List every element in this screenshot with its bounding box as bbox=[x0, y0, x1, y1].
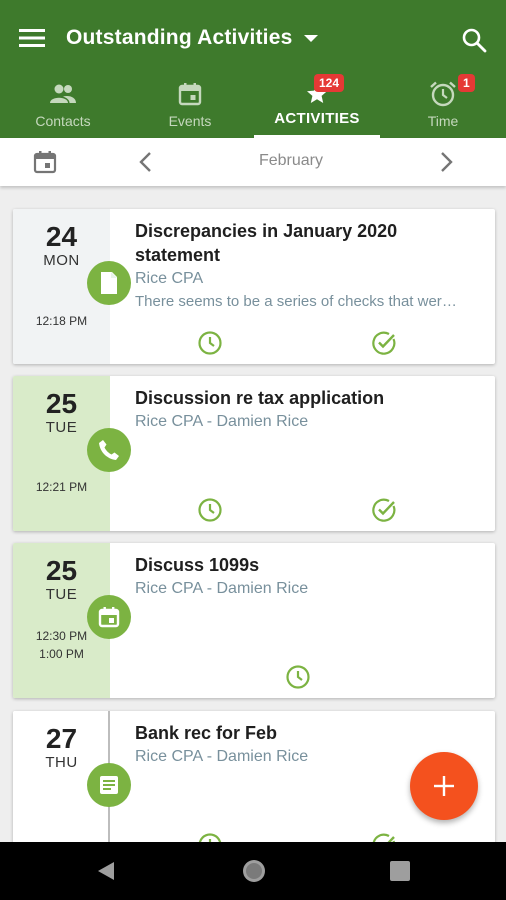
activities-count-badge: 124 bbox=[314, 74, 345, 92]
caret-down-icon[interactable] bbox=[302, 30, 320, 48]
month-label: February bbox=[258, 152, 324, 169]
phone-icon bbox=[87, 428, 131, 472]
day-number: 27 bbox=[45, 723, 78, 754]
system-navigation-bar bbox=[0, 842, 506, 900]
check-circle-icon[interactable] bbox=[371, 330, 397, 356]
document-icon bbox=[87, 261, 131, 305]
tab-label: Contacts bbox=[35, 113, 91, 129]
activity-card[interactable]: 25 TUE 12:30 PM 1:00 PM Discuss 1099s Ri… bbox=[13, 543, 495, 698]
menu-button[interactable] bbox=[12, 22, 52, 54]
calendar-event-icon bbox=[87, 595, 131, 639]
calendar-icon bbox=[175, 80, 205, 108]
tab-activities[interactable]: 124 ACTIVITIES bbox=[254, 74, 380, 138]
alarm-clock-icon bbox=[428, 80, 458, 108]
clock-icon[interactable] bbox=[197, 330, 223, 356]
clock-icon[interactable] bbox=[197, 832, 223, 842]
activity-subtitle: Rice CPA - Damien Rice bbox=[135, 748, 309, 765]
activity-time: 12:18 PM bbox=[35, 314, 88, 328]
page-title[interactable]: Outstanding Activities bbox=[66, 26, 292, 50]
activity-card[interactable]: 25 TUE 12:21 PM Discussion re tax applic… bbox=[13, 376, 495, 531]
activity-time: 12:21 PM bbox=[35, 480, 88, 494]
check-circle-icon[interactable] bbox=[371, 497, 397, 523]
search-icon bbox=[462, 28, 487, 53]
people-icon bbox=[48, 80, 78, 108]
time-count-badge: 1 bbox=[458, 74, 475, 92]
app-bar: Outstanding Activities Contacts Events 1… bbox=[0, 0, 506, 138]
activity-list[interactable]: 24 MON 12:18 PM Discrepancies in January… bbox=[0, 186, 506, 842]
add-activity-button[interactable] bbox=[410, 752, 478, 820]
activity-end-time: 1:00 PM bbox=[39, 647, 84, 661]
recent-apps-icon[interactable] bbox=[389, 860, 411, 882]
day-number: 25 bbox=[45, 388, 78, 419]
date-navigation-bar: February bbox=[0, 138, 506, 186]
clock-icon[interactable] bbox=[197, 497, 223, 523]
check-circle-icon[interactable] bbox=[371, 832, 397, 842]
back-icon[interactable] bbox=[94, 859, 118, 883]
tab-bar: Contacts Events 124 ACTIVITIES 1 Time bbox=[0, 74, 506, 138]
note-icon bbox=[87, 763, 131, 807]
hamburger-icon bbox=[19, 29, 45, 47]
activity-subtitle: Rice CPA - Damien Rice bbox=[135, 413, 309, 430]
clock-icon[interactable] bbox=[285, 664, 311, 690]
activity-card[interactable]: 24 MON 12:18 PM Discrepancies in January… bbox=[13, 209, 495, 364]
toolbar: Outstanding Activities bbox=[0, 0, 506, 76]
plus-icon bbox=[434, 776, 454, 796]
tab-label: Events bbox=[168, 113, 212, 129]
activity-description: There seems to be a series of checks tha… bbox=[135, 293, 465, 310]
activity-title: Discussion re tax application bbox=[135, 388, 385, 408]
activity-title: Discuss 1099s bbox=[135, 555, 260, 575]
tab-contacts[interactable]: Contacts bbox=[0, 76, 126, 138]
search-button[interactable] bbox=[454, 20, 494, 60]
chevron-right-icon[interactable] bbox=[434, 150, 458, 174]
day-number: 25 bbox=[45, 555, 78, 586]
tab-time[interactable]: 1 Time bbox=[380, 74, 506, 138]
tab-label: Time bbox=[427, 113, 459, 129]
activity-title: Bank rec for Feb bbox=[135, 723, 278, 743]
activity-subtitle: Rice CPA bbox=[135, 270, 204, 287]
tab-label: ACTIVITIES bbox=[274, 110, 360, 127]
day-number: 24 bbox=[45, 221, 78, 252]
tab-events[interactable]: Events bbox=[127, 76, 253, 138]
home-icon[interactable] bbox=[241, 858, 267, 884]
activity-title: Discrepancies in January 2020 statement bbox=[135, 221, 398, 265]
activity-subtitle: Rice CPA - Damien Rice bbox=[135, 580, 309, 597]
